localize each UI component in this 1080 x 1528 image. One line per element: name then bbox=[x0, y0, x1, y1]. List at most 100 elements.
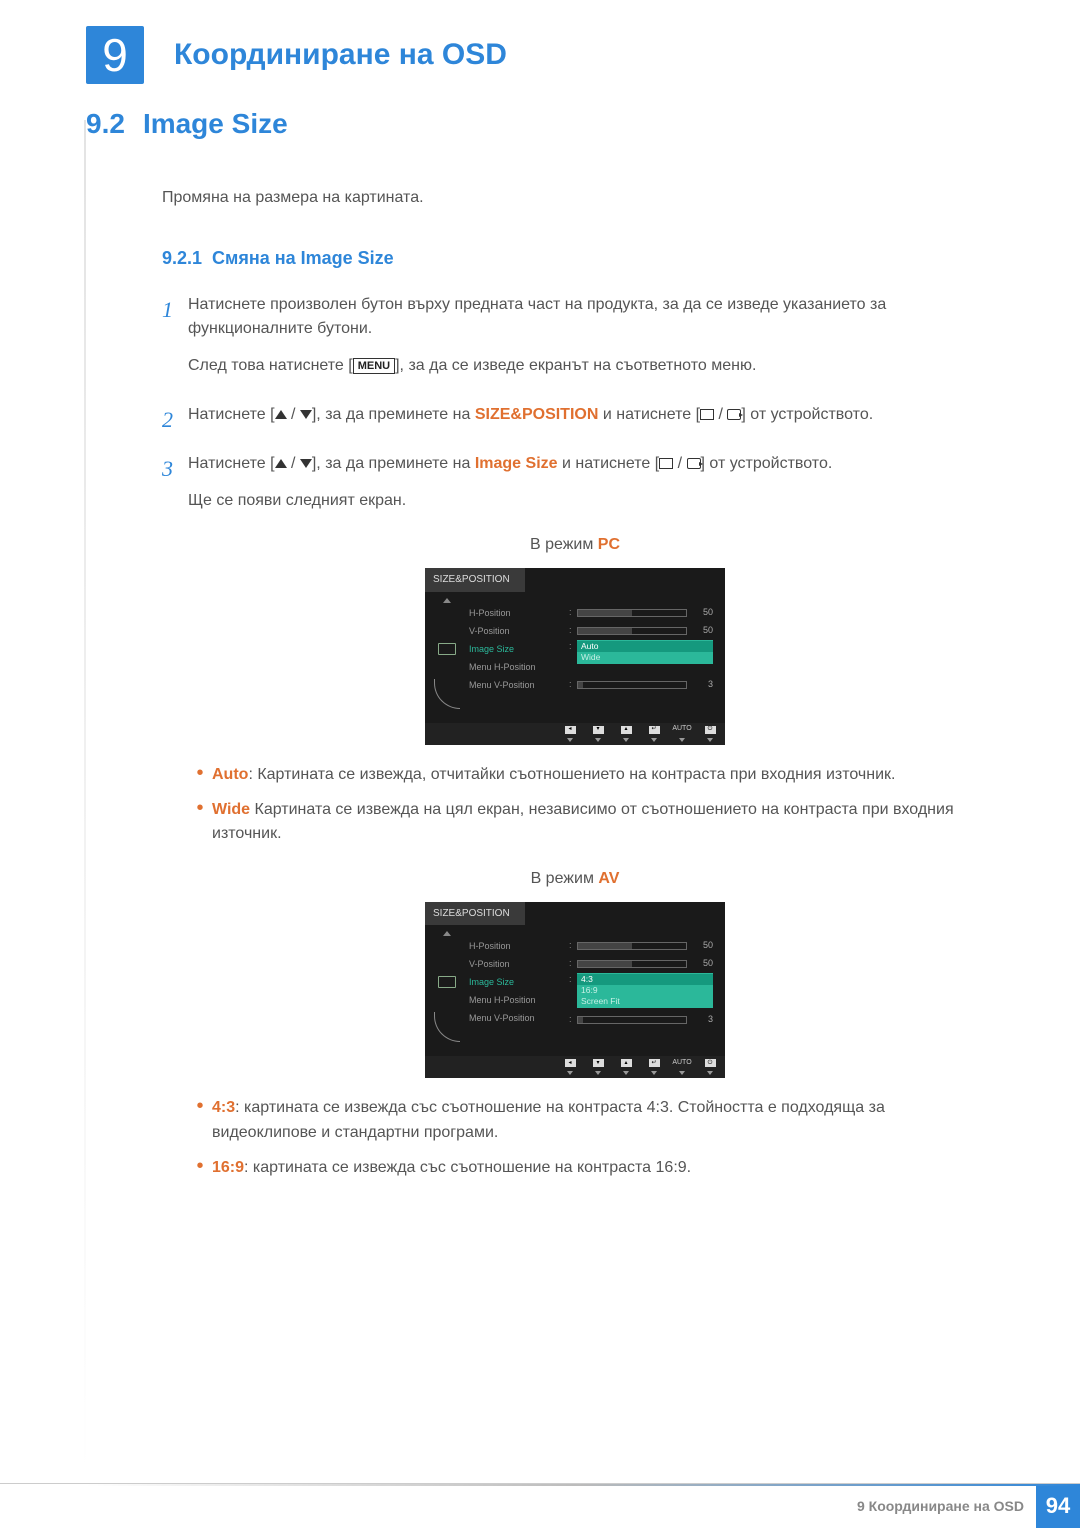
osd-up-icon bbox=[443, 598, 451, 603]
slider bbox=[577, 960, 687, 968]
bullet-icon: • bbox=[188, 1096, 212, 1146]
osd-option-169: 16:9 bbox=[577, 985, 713, 996]
step-text: Натиснете [ / ], за да преминете на Imag… bbox=[188, 452, 962, 477]
select-icon bbox=[659, 458, 673, 469]
chapter-header: 9 Координиране на OSD bbox=[0, 0, 1080, 84]
osd-down-btn: ▾ bbox=[587, 1059, 609, 1075]
enter-icon bbox=[727, 409, 741, 420]
osd-auto-btn: AUTO bbox=[671, 726, 693, 742]
step-body: Натиснете [ / ], за да преминете на Imag… bbox=[188, 452, 962, 1195]
osd-power-btn: ⏻ bbox=[699, 726, 721, 742]
osd-up-btn: ▴ bbox=[615, 726, 637, 742]
down-arrow-icon bbox=[300, 459, 312, 468]
page-footer: 9 Координиране на OSD 94 bbox=[0, 1483, 1080, 1527]
osd-option-screenfit: Screen Fit bbox=[577, 996, 713, 1007]
bullets-av: • 4:3: картината се извежда със съотноше… bbox=[188, 1096, 962, 1180]
bullet-item: • Auto: Картината се извежда, отчитайки … bbox=[188, 763, 962, 788]
step-number: 1 bbox=[162, 293, 188, 391]
slider bbox=[577, 942, 687, 950]
osd-footer: ◂ ▾ ▴ ↵ AUTO ⏻ bbox=[425, 1056, 725, 1078]
subsection-heading: 9.2.1 Смяна на Image Size bbox=[162, 245, 962, 273]
subsection-title: Смяна на Image Size bbox=[212, 248, 394, 268]
step-1: 1 Натиснете произволен бутон върху предн… bbox=[162, 293, 962, 391]
section-title: Image Size bbox=[143, 108, 288, 139]
image-size-label: Image Size bbox=[475, 455, 558, 472]
section-number: 9.2 bbox=[86, 108, 125, 139]
osd-item-hpos: H-Position bbox=[469, 937, 569, 955]
section-intro: Промяна на размера на картината. bbox=[162, 186, 962, 211]
step-number: 2 bbox=[162, 403, 188, 440]
step-body: Натиснете произволен бутон върху преднат… bbox=[188, 293, 962, 391]
slider bbox=[577, 681, 687, 689]
step-body: Натиснете [ / ], за да преминете на SIZE… bbox=[188, 403, 962, 440]
slider bbox=[577, 609, 687, 617]
slider bbox=[577, 627, 687, 635]
monitor-icon bbox=[438, 643, 456, 655]
osd-item-menu-hpos: Menu H-Position bbox=[469, 658, 569, 676]
step-number: 3 bbox=[162, 452, 188, 1195]
section-heading: 9.2 Image Size bbox=[86, 108, 1080, 140]
osd-back-btn: ◂ bbox=[559, 1059, 581, 1075]
bullet-icon: • bbox=[188, 763, 212, 788]
osd-curve-icon bbox=[434, 679, 460, 709]
osd-item-image-size: Image Size bbox=[469, 973, 569, 991]
bullet-item: • 16:9: картината се извежда със съотнош… bbox=[188, 1156, 962, 1181]
enter-icon bbox=[687, 458, 701, 469]
mode-pc-label: В режим PC bbox=[188, 533, 962, 558]
step-text: Ще се появи следният екран. bbox=[188, 489, 962, 514]
osd-options: 4:3 16:9 Screen Fit bbox=[577, 973, 713, 1008]
osd-title: SIZE&POSITION bbox=[425, 568, 525, 592]
up-arrow-icon bbox=[275, 410, 287, 419]
side-rule bbox=[84, 120, 86, 1477]
osd-item-vpos: V-Position bbox=[469, 955, 569, 973]
section: 9.2 Image Size Промяна на размера на карт… bbox=[86, 108, 1080, 1195]
step-3: 3 Натиснете [ / ], за да преминете на Im… bbox=[162, 452, 962, 1195]
osd-item-image-size: Image Size bbox=[469, 640, 569, 658]
osd-up-btn: ▴ bbox=[615, 1059, 637, 1075]
osd-option-43: 4:3 bbox=[577, 974, 713, 985]
content: Промяна на размера на картината. 9.2.1 См… bbox=[162, 186, 962, 1195]
chapter-number-badge: 9 bbox=[86, 26, 144, 84]
osd-item-menu-hpos: Menu H-Position bbox=[469, 991, 569, 1009]
osd-item-vpos: V-Position bbox=[469, 622, 569, 640]
slider bbox=[577, 1016, 687, 1024]
bullet-item: • 4:3: картината се извежда със съотноше… bbox=[188, 1096, 962, 1146]
bullets-pc: • Auto: Картината се извежда, отчитайки … bbox=[188, 763, 962, 847]
footer-chapter: 9 Координиране на OSD bbox=[857, 1498, 1024, 1514]
step-text: След това натиснете [MENU], за да се изв… bbox=[188, 354, 962, 379]
monitor-icon bbox=[438, 976, 456, 988]
osd-item-hpos: H-Position bbox=[469, 604, 569, 622]
chapter-title: Координиране на OSD bbox=[174, 38, 507, 72]
osd-item-menu-vpos: Menu V-Position bbox=[469, 1009, 569, 1027]
osd-back-btn: ◂ bbox=[559, 726, 581, 742]
size-position-label: SIZE&POSITION bbox=[475, 406, 599, 423]
down-arrow-icon bbox=[300, 410, 312, 419]
osd-option-wide: Wide bbox=[577, 652, 713, 663]
osd-item-menu-vpos: Menu V-Position bbox=[469, 676, 569, 694]
select-icon bbox=[700, 409, 714, 420]
step-text: Натиснете [ / ], за да преминете на SIZE… bbox=[188, 403, 962, 428]
osd-panel-av: SIZE&POSITION H-Position V-Position Imag… bbox=[425, 902, 725, 1079]
osd-enter-btn: ↵ bbox=[643, 726, 665, 742]
bullet-item: • Wide Картината се извежда на цял екран… bbox=[188, 798, 962, 848]
bullet-icon: • bbox=[188, 798, 212, 848]
step-2: 2 Натиснете [ / ], за да преминете на SI… bbox=[162, 403, 962, 440]
osd-title: SIZE&POSITION bbox=[425, 902, 525, 926]
osd-power-btn: ⏻ bbox=[699, 1059, 721, 1075]
osd-options: Auto Wide bbox=[577, 640, 713, 664]
subsection-number: 9.2.1 bbox=[162, 248, 202, 268]
up-arrow-icon bbox=[275, 459, 287, 468]
osd-panel-pc: SIZE&POSITION H-Position V-Position Imag… bbox=[425, 568, 725, 745]
osd-footer: ◂ ▾ ▴ ↵ AUTO ⏻ bbox=[425, 723, 725, 745]
bullet-icon: • bbox=[188, 1156, 212, 1181]
osd-curve-icon bbox=[434, 1012, 460, 1042]
osd-auto-btn: AUTO bbox=[671, 1059, 693, 1075]
footer-rule bbox=[86, 1484, 1080, 1486]
osd-up-icon bbox=[443, 931, 451, 936]
menu-button-icon: MENU bbox=[353, 358, 395, 374]
osd-down-btn: ▾ bbox=[587, 726, 609, 742]
page: 9 Координиране на OSD 9.2 Image Size Пром… bbox=[0, 0, 1080, 1267]
mode-av-label: В режим AV bbox=[188, 867, 962, 892]
osd-option-auto: Auto bbox=[577, 641, 713, 652]
osd-enter-btn: ↵ bbox=[643, 1059, 665, 1075]
